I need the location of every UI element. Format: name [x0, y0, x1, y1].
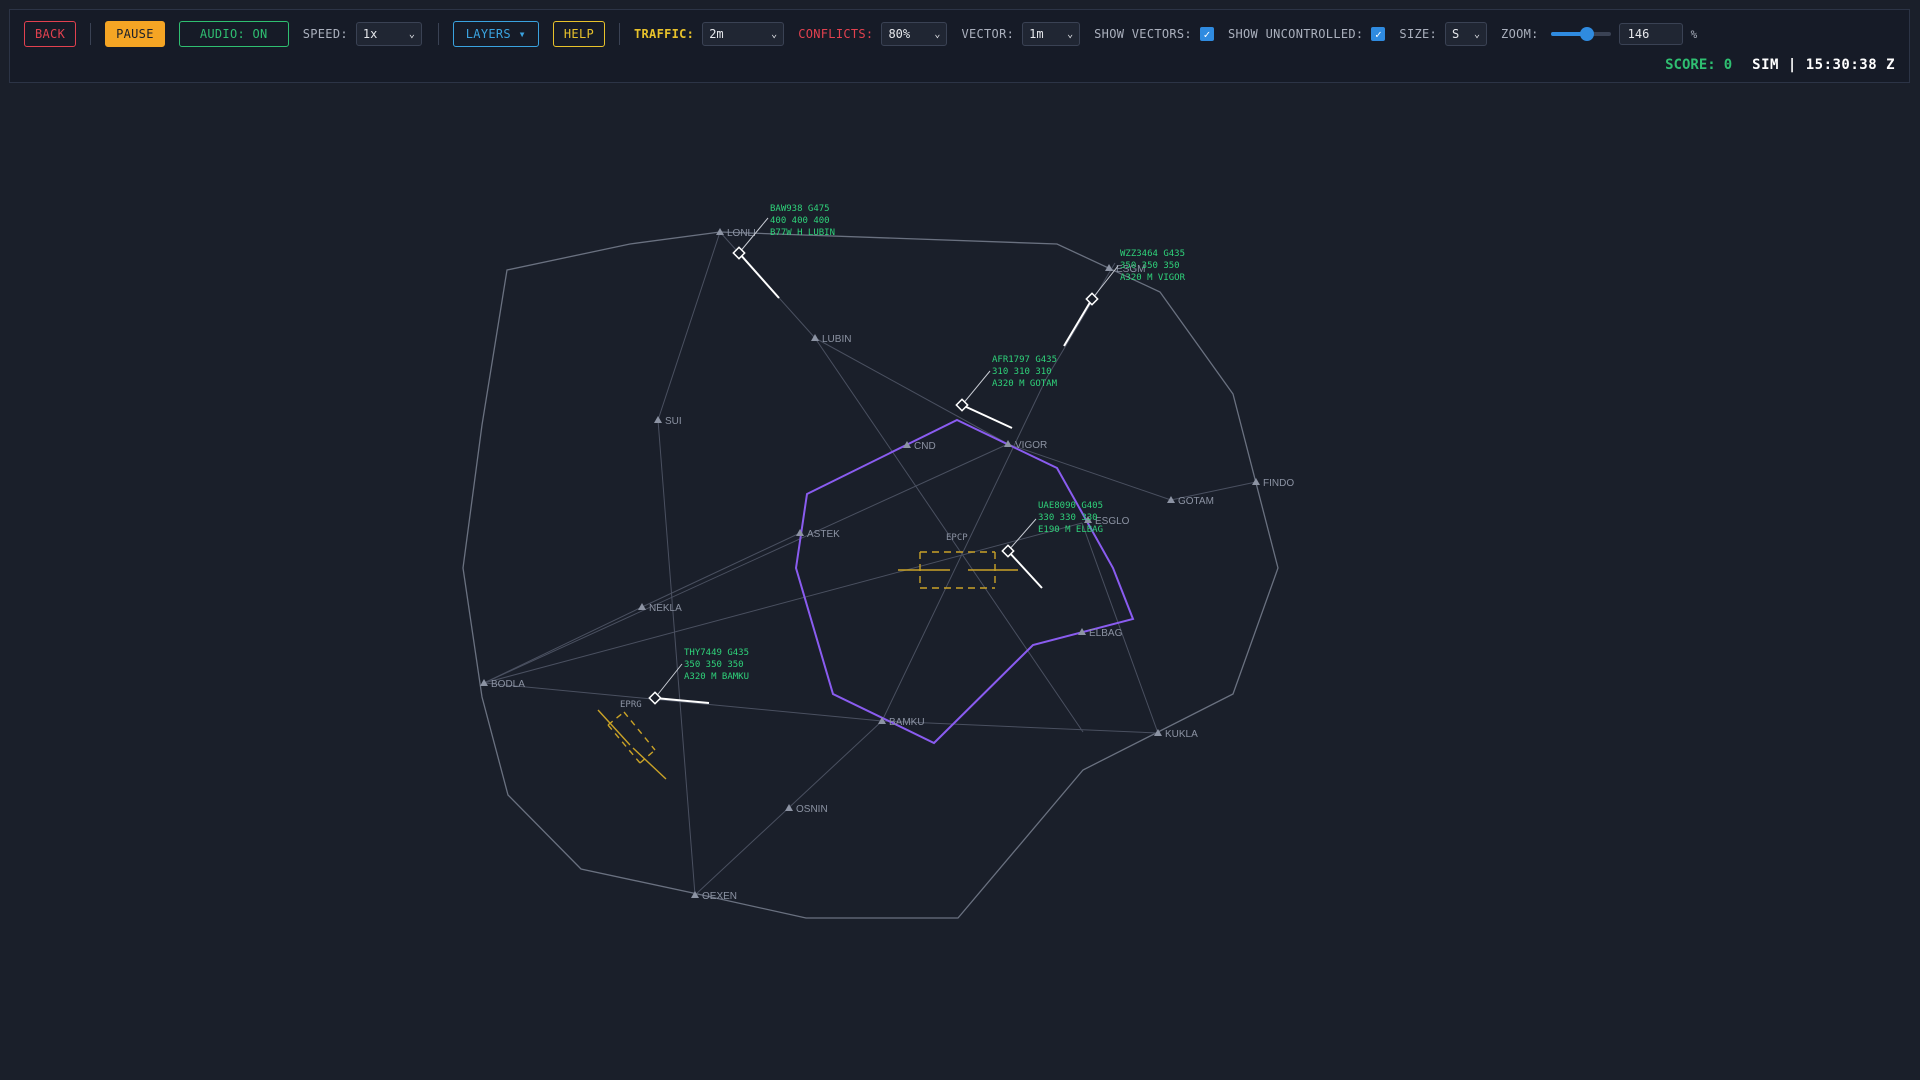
aircraft-type-route: A320 M GOTAM: [992, 379, 1058, 389]
airport-eprg: EPRG: [597, 700, 667, 780]
fix-vigor[interactable]: VIGOR: [1004, 440, 1047, 451]
fix-label: ELBAG: [1089, 628, 1123, 639]
aircraft-altitudes: 310 310 310: [992, 367, 1052, 377]
aircraft-altitudes: 350 350 350: [684, 660, 744, 670]
fix-label: BAMKU: [889, 717, 925, 728]
fix-astek[interactable]: ASTEK: [796, 529, 840, 540]
airport-epcp: EPCP: [898, 533, 1018, 589]
fix-label: NEKLA: [649, 603, 682, 614]
fix-label: OSNIN: [796, 804, 828, 815]
aircraft-callsign: WZZ3464 G435: [1120, 249, 1185, 259]
aircraft-baw938[interactable]: BAW938 G475 400 400 400 B77W H LUBIN: [732, 204, 835, 299]
aircraft-type-route: B77W H LUBIN: [770, 228, 835, 238]
fixes: LONLI LUBIN SUI CND VIGOR ASTEK GOTAM FI…: [480, 228, 1294, 902]
aircraft-target-icon[interactable]: [648, 691, 662, 705]
aircraft-altitudes: 350 350 350: [1120, 261, 1180, 271]
aircraft-thy7449[interactable]: THY7449 G435 350 350 350 A320 M BAMKU: [648, 648, 749, 705]
aircraft-callsign: UAE8090 G405: [1038, 501, 1103, 511]
sector-boundary: [794, 418, 1135, 745]
aircraft-uae8090[interactable]: UAE8090 G405 330 330 330 E190 M ELBAG: [1001, 501, 1103, 589]
fix-label: LUBIN: [822, 334, 851, 345]
fix-label: BODLA: [491, 679, 525, 690]
fix-cnd[interactable]: CND: [903, 441, 936, 452]
fix-gotam[interactable]: GOTAM: [1167, 496, 1214, 507]
fix-lubin[interactable]: LUBIN: [811, 334, 851, 345]
aircraft-altitudes: 330 330 330: [1038, 513, 1098, 523]
radar-scope[interactable]: EPCP EPRG LONLI LUBIN SUI CND VIGOR ASTE…: [0, 0, 1920, 1080]
fix-label: FINDO: [1263, 478, 1294, 489]
airport-label-epcp: EPCP: [946, 533, 968, 543]
aircraft-callsign: THY7449 G435: [684, 648, 749, 658]
fix-label: KUKLA: [1165, 729, 1198, 740]
aircraft-afr1797[interactable]: AFR1797 G435 310 310 310 A320 M GOTAM: [955, 355, 1058, 429]
fix-label: SUI: [665, 416, 682, 427]
fix-label: GOTAM: [1178, 496, 1214, 507]
aircraft-callsign: AFR1797 G435: [992, 355, 1057, 365]
fix-label: CND: [914, 441, 936, 452]
aircraft-callsign: BAW938 G475: [770, 204, 830, 214]
fix-findo[interactable]: FINDO: [1252, 478, 1294, 489]
airspace-boundary: [462, 231, 1279, 919]
fix-lonli[interactable]: LONLI: [716, 228, 756, 239]
fix-bodla[interactable]: BODLA: [480, 679, 525, 690]
fix-label: ASTEK: [807, 529, 840, 540]
airport-label-eprg: EPRG: [620, 700, 642, 710]
fix-label: OEXEN: [702, 891, 737, 902]
aircraft-altitudes: 400 400 400: [770, 216, 830, 226]
airways: [483, 231, 1257, 896]
aircraft-wzz3464[interactable]: WZZ3464 G435 350 350 350 A320 M VIGOR: [1063, 249, 1186, 347]
fix-label: VIGOR: [1015, 440, 1047, 451]
aircraft-target-icon[interactable]: [955, 398, 969, 412]
fix-elbag[interactable]: ELBAG: [1078, 628, 1123, 639]
fix-nekla[interactable]: NEKLA: [638, 603, 682, 614]
aircraft-type-route: E190 M ELBAG: [1038, 525, 1103, 535]
aircraft-type-route: A320 M BAMKU: [684, 672, 749, 682]
aircraft-type-route: A320 M VIGOR: [1120, 273, 1186, 283]
